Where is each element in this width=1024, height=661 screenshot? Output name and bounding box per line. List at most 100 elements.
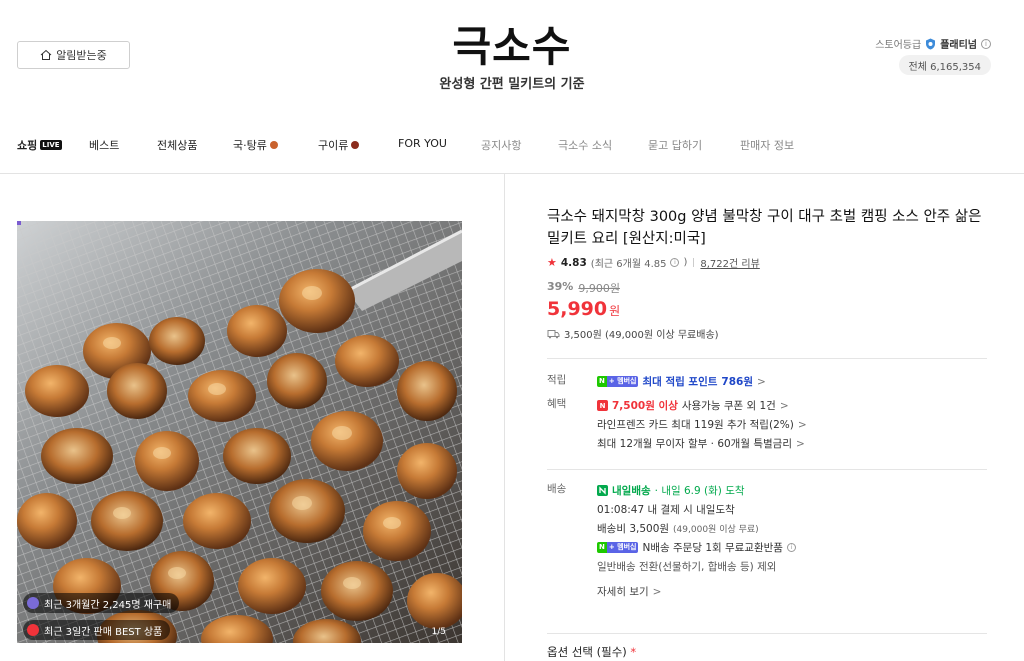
store-header: 알림받는중 극소수 완성형 간편 밀키트의 기준 스토어등급 플래티넘 i 전체…	[0, 0, 1024, 110]
star-icon: ★	[547, 256, 557, 269]
points-label: 적립	[547, 374, 567, 386]
membership-badge: N + 멤버십	[597, 376, 639, 387]
fee-text: 배송비 3,500원	[597, 523, 670, 535]
sale-price: 5,990 원	[547, 298, 987, 320]
repurchase-icon	[27, 597, 39, 609]
fee-note: (49,000원 이상 무료)	[673, 525, 759, 535]
divider	[547, 469, 987, 470]
info-icon[interactable]: i	[981, 38, 991, 49]
arrival-date: · 내일 6.9 (화) 도착	[654, 485, 745, 497]
discount-row: 39% 9,900원	[547, 280, 987, 296]
option-label: 옵션 선택 (필수)	[547, 645, 627, 659]
membership-badge: N + 멤버십	[597, 542, 639, 553]
chevron-right-icon: >	[779, 399, 789, 412]
chevron-right-icon: >	[652, 585, 662, 598]
deadline-line: 01:08:47 내 결제 시 내일도착	[597, 500, 987, 519]
shipping-fee: 3,500원 (49,000원 이상 무료배송)	[547, 326, 987, 341]
nav-shopping-live[interactable]: 쇼핑 LIVE	[17, 137, 62, 153]
points-prefix: 최대 적립 포인트	[642, 376, 718, 388]
info-icon[interactable]: i	[786, 543, 796, 552]
installment-line[interactable]: 최대 12개월 무이자 할부 · 60개월 특별금리 >	[597, 434, 987, 453]
best-badge: 최근 3일간 판매 BEST 상품	[23, 620, 171, 640]
best-text: 최근 3일간 판매 BEST 상품	[44, 626, 163, 638]
coupon-line[interactable]: N 7,500원 이상 사용가능 쿠폰 외 1건 >	[597, 396, 987, 415]
detail-link[interactable]: 자세히 보기 >	[597, 582, 987, 601]
installment-text: 최대 12개월 무이자 할부 · 60개월 특별금리	[597, 438, 792, 450]
points-line[interactable]: N + 멤버십 최대 적립 포인트 786원 >	[597, 372, 987, 391]
visit-count: 전체 6,165,354	[898, 55, 991, 75]
live-badge: LIVE	[40, 140, 62, 150]
original-price: 9,900원	[578, 282, 620, 295]
nav-item-all-products[interactable]: 전체상품	[157, 137, 197, 153]
grilled-intestine-photo	[17, 221, 462, 643]
option-select-label[interactable]: 옵션 선택 (필수) *	[547, 644, 636, 660]
store-grade: 스토어등급 플래티넘 i	[875, 36, 991, 51]
nav-item-soup[interactable]: 국·탕류	[233, 137, 278, 153]
product-image[interactable]: 최근 3개월간 2,245명 재구매 최근 3일간 판매 BEST 상품 1/5	[17, 221, 462, 643]
store-nav: 쇼핑 LIVE 베스트 전체상품 국·탕류 구이류 FOR YOU 공지사항 극…	[0, 110, 1024, 174]
fee-line: 배송비 3,500원 (49,000원 이상 무료)	[597, 519, 987, 538]
repurchase-badge: 최근 3개월간 2,245명 재구매	[23, 593, 180, 613]
corner-marker	[17, 221, 21, 225]
general-line: 일반배송 전환(선물하기, 합배송 등) 제외	[597, 557, 987, 576]
shipping-text: 3,500원 (49,000원 이상 무료배송)	[564, 330, 719, 341]
discount-percent: 39%	[547, 280, 574, 293]
nav-soup-label: 국·탕류	[233, 139, 267, 152]
benefit-label: 혜택	[547, 398, 567, 410]
exchange-text: N배송 주문당 1회 무료교환반품	[642, 542, 783, 554]
product-title: 극소수 돼지막창 300g 양념 불막창 구이 대구 초벌 캠핑 소스 안주 삶…	[547, 209, 982, 247]
coupon-text: 사용가능 쿠폰 외 1건	[681, 400, 776, 412]
required-mark: *	[630, 645, 637, 659]
nav-item-grill[interactable]: 구이류	[318, 137, 360, 153]
product-info: 극소수 돼지막창 300g 양념 불막창 구이 대구 초벌 캠핑 소스 안주 삶…	[547, 206, 987, 601]
nav-item-notice[interactable]: 공지사항	[481, 137, 521, 153]
exchange-line: N + 멤버십 N배송 주문당 1회 무료교환반품 i	[597, 538, 987, 557]
delivery-row: 배송 내일배송 · 내일 6.9 (화) 도착 01:08:47 내 결제 시 …	[547, 481, 987, 601]
benefit-row: 혜택 N 7,500원 이상 사용가능 쿠폰 외 1건 > 라인프렌즈 카드 최…	[547, 396, 987, 453]
card-text: 라인프렌즈 카드 최대 119원 추가 적립(2%)	[597, 419, 794, 431]
truck-icon	[547, 329, 560, 338]
info-icon[interactable]: i	[670, 258, 680, 267]
nav-item-qna[interactable]: 묻고 답하기	[648, 137, 702, 153]
image-counter: 1/5	[431, 627, 446, 637]
n-delivery-icon	[597, 485, 608, 496]
nav-grill-label: 구이류	[318, 139, 349, 152]
rating-close: )	[683, 257, 688, 268]
detail-link-text: 자세히 보기	[597, 586, 649, 598]
general-text: 일반배송 전환(선물하기, 합배송 등) 제외	[597, 561, 777, 573]
best-icon	[27, 624, 39, 636]
divider	[547, 358, 987, 359]
rating-recent: (최근 6개월 4.85	[590, 259, 667, 270]
grill-icon	[351, 141, 360, 149]
price-value: 5,990	[547, 298, 608, 320]
tomorrow-badge: 내일배송	[612, 485, 651, 497]
tomorrow-line: 내일배송 · 내일 6.9 (화) 도착	[597, 481, 987, 500]
grade-value: 플래티넘	[940, 40, 977, 51]
chevron-right-icon: >	[797, 418, 807, 431]
repurchase-text: 최근 3개월간 2,245명 재구매	[44, 599, 172, 611]
rating-row: ★ 4.83 (최근 6개월 4.85 i ) 8,722건 리뷰	[547, 255, 987, 270]
card-line[interactable]: 라인프렌즈 카드 최대 119원 추가 적립(2%) >	[597, 415, 987, 434]
rating-score: 4.83	[560, 256, 587, 269]
price-unit: 원	[609, 304, 621, 318]
store-slogan: 완성형 간편 밀키트의 기준	[439, 77, 585, 92]
points-value: 786원	[721, 376, 753, 388]
nav-item-seller-info[interactable]: 판매자 정보	[740, 137, 794, 153]
delivery-label: 배송	[547, 483, 567, 495]
nav-item-for-you[interactable]: FOR YOU	[398, 137, 447, 150]
chevron-right-icon: >	[796, 437, 805, 450]
nav-shopping-label: 쇼핑	[17, 139, 38, 152]
divider	[547, 633, 987, 634]
soup-icon	[269, 141, 278, 149]
coupon-icon: N	[597, 400, 608, 411]
nav-item-best[interactable]: 베스트	[89, 137, 119, 153]
shield-icon	[926, 38, 936, 49]
store-logo[interactable]: 극소수	[0, 13, 1024, 74]
review-count-link[interactable]: 8,722건 리뷰	[700, 255, 759, 270]
deadline-text: 01:08:47 내 결제 시 내일도착	[597, 504, 735, 516]
coupon-amount: 7,500원 이상	[612, 400, 678, 412]
chevron-right-icon: >	[757, 375, 766, 388]
column-divider	[504, 174, 505, 661]
grade-label: 스토어등급	[875, 40, 922, 51]
nav-item-news[interactable]: 극소수 소식	[558, 137, 612, 153]
